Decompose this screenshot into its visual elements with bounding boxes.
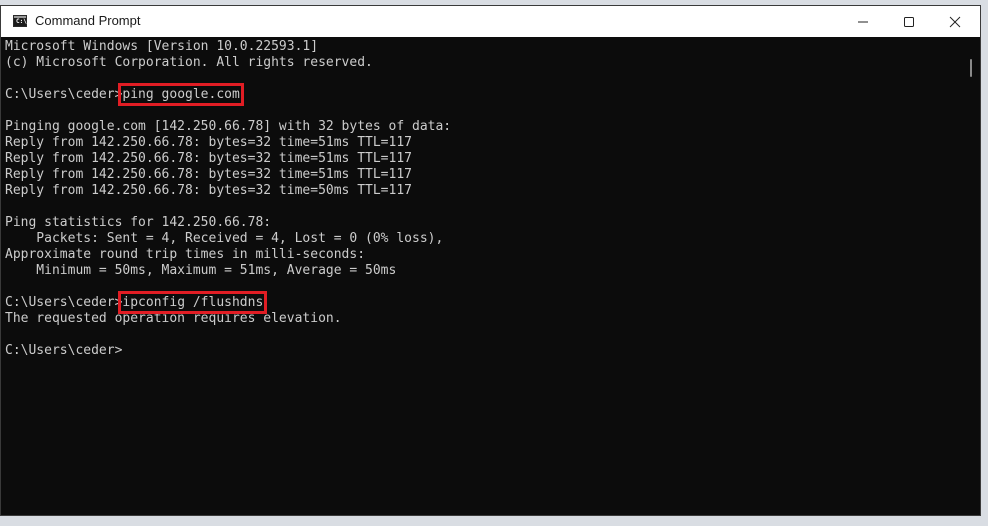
output-line: Approximate round trip times in milli-se… [5,247,366,262]
output-line: (c) Microsoft Corporation. All rights re… [5,55,373,70]
prompt-line: C:\Users\ceder>ipconfig /flushdns [5,291,962,314]
output-line: Reply from 142.250.66.78: bytes=32 time=… [5,135,412,150]
output-line: Reply from 142.250.66.78: bytes=32 time=… [5,183,412,198]
prompt-path: C:\Users\ceder> [5,295,123,310]
scrollbar[interactable] [966,39,978,515]
output-line: Pinging google.com [142.250.66.78] with … [5,119,452,134]
close-button[interactable] [932,6,978,37]
minimize-icon [858,21,868,23]
window-title: Command Prompt [35,13,141,28]
close-icon [949,16,961,28]
output-line: Reply from 142.250.66.78: bytes=32 time=… [5,151,412,166]
output-line: Minimum = 50ms, Maximum = 51ms, Average … [5,263,397,278]
maximize-button[interactable] [886,6,932,37]
command-prompt-icon[interactable]: C:\ [13,15,27,27]
output-line: Microsoft Windows [Version 10.0.22593.1] [5,39,319,54]
output-line: Ping statistics for 142.250.66.78: [5,215,272,230]
console-output[interactable]: Microsoft Windows [Version 10.0.22593.1]… [5,39,962,515]
output-line: The requested operation requires elevati… [5,311,342,326]
output-line: Packets: Sent = 4, Received = 4, Lost = … [5,231,444,246]
app-icon-label: C:\ [16,18,27,25]
prompt-path: C:\Users\ceder> [5,343,123,358]
highlighted-command: ping google.com [118,83,244,106]
scrollbar-thumb[interactable] [970,59,972,77]
maximize-icon [904,17,914,27]
prompt-path: C:\Users\ceder> [5,87,123,102]
command-prompt-window: C:\ Command Prompt Microsoft Windows [Ve… [0,5,981,516]
prompt-line: C:\Users\ceder> [5,343,962,359]
title-bar[interactable]: C:\ Command Prompt [1,6,980,37]
highlighted-command: ipconfig /flushdns [118,291,268,314]
output-line: Reply from 142.250.66.78: bytes=32 time=… [5,167,412,182]
minimize-button[interactable] [840,6,886,37]
prompt-line: C:\Users\ceder>ping google.com [5,83,962,106]
